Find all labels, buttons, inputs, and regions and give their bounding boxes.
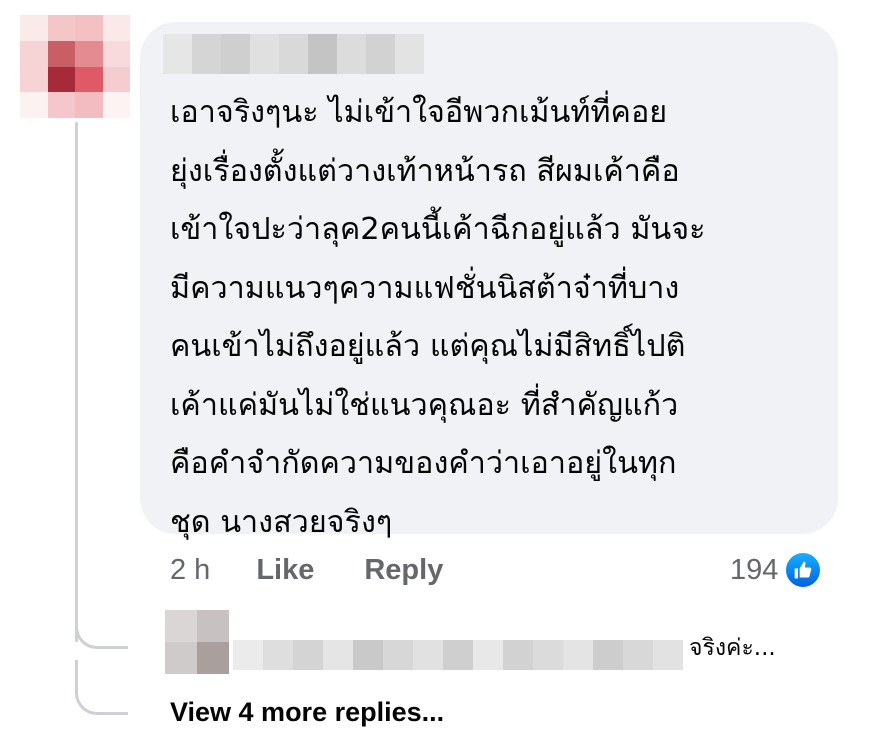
reaction-count: 194 — [730, 553, 779, 586]
view-more-replies-link[interactable]: View 4 more replies... — [170, 697, 444, 728]
reply-snippet: จริงค่ะ... — [689, 635, 776, 661]
comment-timestamp[interactable]: 2 h — [170, 554, 210, 587]
comment-text: เอาจริงๆนะ ไม่เข้าใจอีพวกเม้นท์ที่คอย ยุ… — [170, 95, 706, 540]
commenter-avatar[interactable] — [20, 15, 130, 118]
thread-connector-curve — [75, 610, 128, 649]
reply-avatar — [165, 610, 229, 674]
comment-actions: 2 h Like Reply — [170, 548, 443, 592]
reply-author-name-blurred — [233, 640, 683, 670]
thread-connector-line — [75, 122, 78, 642]
reaction-summary[interactable]: 194 — [730, 548, 823, 592]
thumbs-up-icon — [784, 551, 823, 589]
comment-bubble: เอาจริงๆนะ ไม่เข้าใจอีพวกเม้นท์ที่คอย ยุ… — [140, 22, 838, 540]
thread-connector-curve — [75, 660, 128, 715]
commenter-name-blurred[interactable] — [163, 34, 424, 74]
reply-button[interactable]: Reply — [364, 554, 443, 587]
like-button[interactable]: Like — [256, 554, 314, 587]
reply-preview[interactable]: จริงค่ะ... — [165, 610, 776, 674]
